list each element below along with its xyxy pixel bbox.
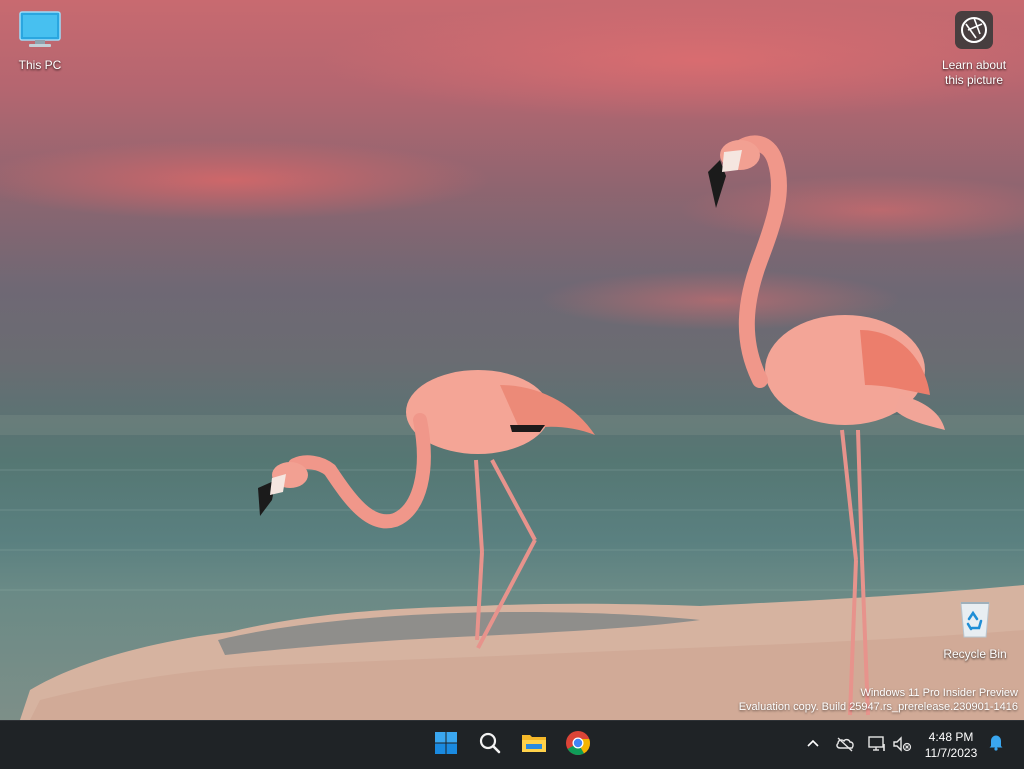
- desktop[interactable]: This PC Learn about this picture Recycle…: [0, 0, 1024, 720]
- clock-date: 11/7/2023: [924, 746, 978, 760]
- desktop-icon-learn-about-picture[interactable]: Learn about this picture: [934, 10, 1014, 88]
- taskbar: 4:48 PM 11/7/2023: [0, 720, 1024, 769]
- desktop-icon-label: Recycle Bin: [943, 647, 1007, 661]
- windows-start-icon: [434, 731, 458, 760]
- evaluation-watermark: Windows 11 Pro Insider Preview Evaluatio…: [739, 686, 1018, 714]
- search-button[interactable]: [472, 727, 508, 763]
- notifications-button[interactable]: [985, 733, 1007, 755]
- file-explorer-icon: [521, 731, 547, 760]
- desktop-icon-label-line1: Learn about: [941, 58, 1007, 72]
- start-button[interactable]: [428, 727, 464, 763]
- camera-lens-icon: [934, 10, 1014, 54]
- flamingo-wallpaper: [0, 135, 1024, 720]
- desktop-icon-label-line2: this picture: [944, 73, 1004, 87]
- chrome-button[interactable]: [560, 727, 596, 763]
- desktop-icon-label: This PC: [18, 58, 62, 72]
- file-explorer-button[interactable]: [516, 727, 552, 763]
- watermark-line1: Windows 11 Pro Insider Preview: [860, 687, 1018, 699]
- clock[interactable]: 4:48 PM 11/7/2023: [918, 729, 984, 761]
- desktop-icon-recycle-bin[interactable]: Recycle Bin: [935, 599, 1015, 662]
- search-icon: [478, 731, 502, 760]
- watermark-line2: Evaluation copy. Build 25947.rs_prerelea…: [738, 701, 1018, 713]
- bell-icon: [988, 733, 1004, 756]
- recycle-bin-icon: [935, 599, 1015, 643]
- network-icon[interactable]: [866, 733, 888, 755]
- chrome-icon: [565, 730, 591, 761]
- onedrive-offline-icon[interactable]: [834, 733, 856, 755]
- clock-time: 4:48 PM: [928, 730, 974, 744]
- show-hidden-icons-button[interactable]: [803, 733, 823, 755]
- desktop-icon-this-pc[interactable]: This PC: [0, 10, 80, 73]
- monitor-icon: [0, 10, 80, 54]
- chevron-up-icon: [806, 735, 820, 753]
- volume-muted-icon[interactable]: [891, 733, 913, 755]
